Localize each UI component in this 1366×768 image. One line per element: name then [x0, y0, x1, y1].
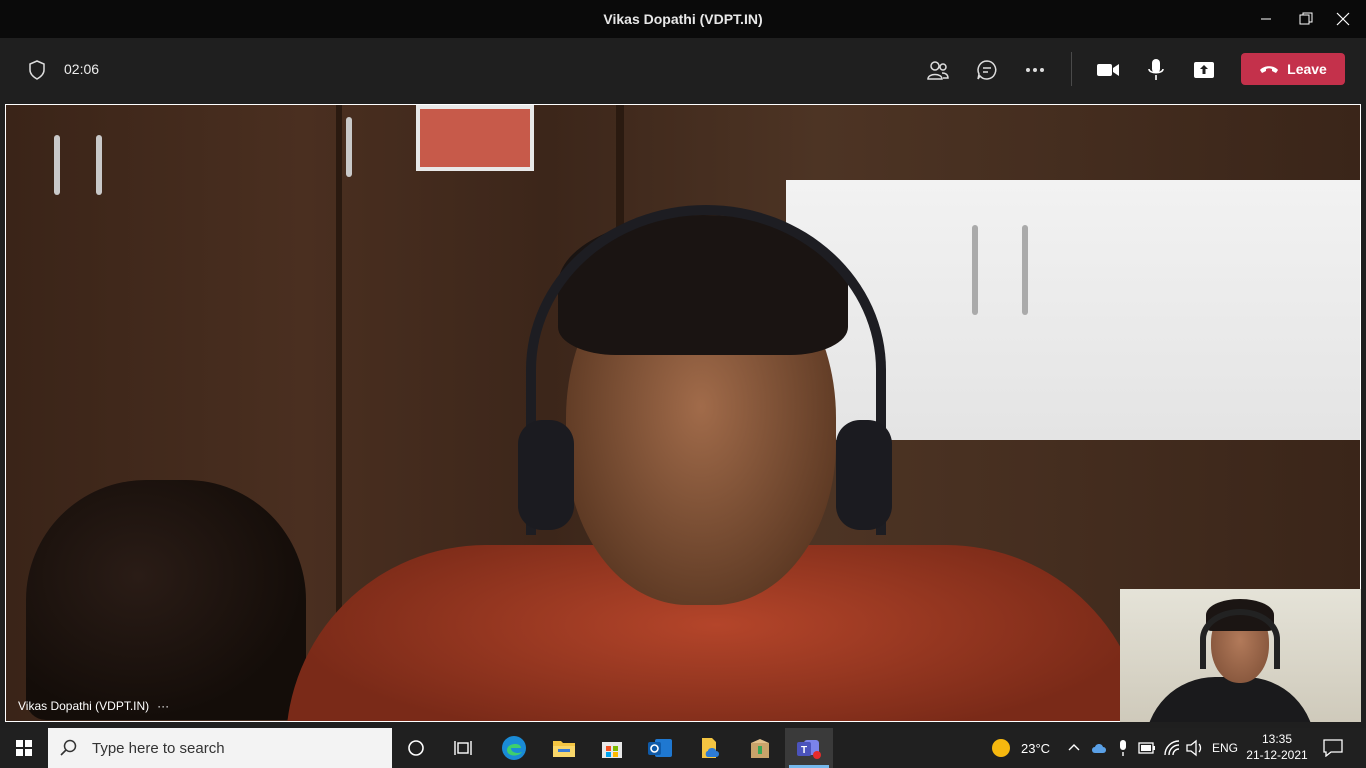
outlook-icon — [648, 739, 672, 757]
self-view-headphones — [1200, 609, 1280, 669]
chat-button[interactable] — [969, 52, 1005, 88]
file-explorer-app[interactable] — [540, 728, 588, 768]
search-icon — [60, 739, 77, 756]
installer-icon — [751, 739, 769, 758]
close-button[interactable] — [1320, 0, 1366, 38]
participant-nameplate: Vikas Dopathi (VDPT.IN) ··· — [18, 695, 169, 717]
meeting-timer: 02:06 — [64, 61, 100, 77]
meeting-controls-bar: 02:06 Leave — [0, 38, 1366, 102]
participant-name: Vikas Dopathi (VDPT.IN) — [18, 699, 150, 713]
input-language[interactable]: ENG — [1212, 741, 1238, 755]
chat-icon — [977, 60, 997, 80]
cloud-sync-icon[interactable] — [1090, 740, 1110, 756]
camera-icon — [1097, 64, 1119, 76]
teams-app[interactable]: T — [785, 728, 833, 768]
leave-button[interactable]: Leave — [1241, 53, 1345, 85]
cabinet-handle — [1022, 225, 1028, 315]
cortana-button[interactable] — [392, 728, 440, 768]
headphones — [526, 205, 886, 535]
task-view-button[interactable] — [440, 728, 488, 768]
store-icon — [602, 742, 622, 758]
svg-text:T: T — [801, 745, 807, 756]
restore-icon — [1299, 12, 1313, 25]
camera-button[interactable] — [1090, 52, 1126, 88]
mic-button[interactable] — [1138, 52, 1174, 88]
volume-icon[interactable] — [1185, 739, 1205, 757]
chair — [26, 480, 306, 720]
file-explorer-icon — [553, 741, 575, 757]
store-app[interactable] — [588, 728, 636, 768]
teams-icon: T — [797, 740, 821, 759]
windows-logo-icon — [16, 740, 32, 756]
windows-taskbar: Type here to search T 23°C ENG 13:35 21-… — [0, 728, 1366, 768]
chevron-up-icon[interactable] — [1068, 742, 1080, 752]
weather-sun-icon[interactable] — [991, 738, 1011, 758]
battery-icon[interactable] — [1138, 742, 1156, 754]
leave-label: Leave — [1287, 61, 1327, 77]
participant-more-button[interactable]: ··· — [157, 699, 169, 713]
poster — [416, 105, 534, 171]
self-view-body — [1145, 677, 1315, 722]
self-view-video[interactable] — [1120, 589, 1361, 722]
participants-button[interactable] — [920, 52, 956, 88]
participants-icon — [927, 61, 949, 80]
search-placeholder: Type here to search — [92, 739, 225, 757]
taskbar-search-box[interactable]: Type here to search — [48, 728, 392, 768]
onedrive-icon — [702, 738, 719, 758]
clock-time: 13:35 — [1261, 732, 1293, 746]
cabinet-handle — [972, 225, 978, 315]
close-icon — [1336, 12, 1350, 26]
edge-app[interactable] — [490, 728, 538, 768]
share-screen-button[interactable] — [1186, 52, 1222, 88]
cabinet-handle — [346, 117, 352, 177]
minimize-icon — [1261, 18, 1271, 20]
task-view-icon — [454, 741, 472, 755]
headphone-earcup — [518, 420, 574, 530]
more-actions-button[interactable] — [1017, 52, 1053, 88]
onedrive-app[interactable] — [686, 728, 734, 768]
cabinet-handle — [96, 135, 102, 195]
edge-icon — [502, 736, 526, 760]
outlook-app[interactable] — [636, 728, 684, 768]
installer-app[interactable] — [736, 728, 784, 768]
share-icon — [1194, 62, 1214, 78]
more-icon — [1026, 68, 1044, 72]
tray-mic-icon[interactable] — [1117, 739, 1129, 757]
cabinet-handle — [54, 135, 60, 195]
taskbar-clock[interactable]: 13:35 21-12-2021 — [1240, 731, 1314, 763]
headphone-earcup — [836, 420, 892, 530]
shield-icon[interactable] — [28, 60, 46, 80]
notifications-icon[interactable] — [1323, 739, 1343, 757]
cortana-icon — [408, 740, 424, 756]
start-button[interactable] — [0, 728, 48, 768]
weather-temperature[interactable]: 23°C — [1021, 741, 1050, 756]
title-bar: Vikas Dopathi (VDPT.IN) — [0, 0, 1366, 38]
toolbar-divider — [1071, 52, 1072, 86]
mic-icon — [1148, 59, 1164, 80]
clock-date: 21-12-2021 — [1246, 748, 1308, 762]
window-title: Vikas Dopathi (VDPT.IN) — [603, 11, 763, 27]
phone-icon — [1260, 66, 1279, 73]
wifi-icon[interactable] — [1163, 739, 1181, 757]
